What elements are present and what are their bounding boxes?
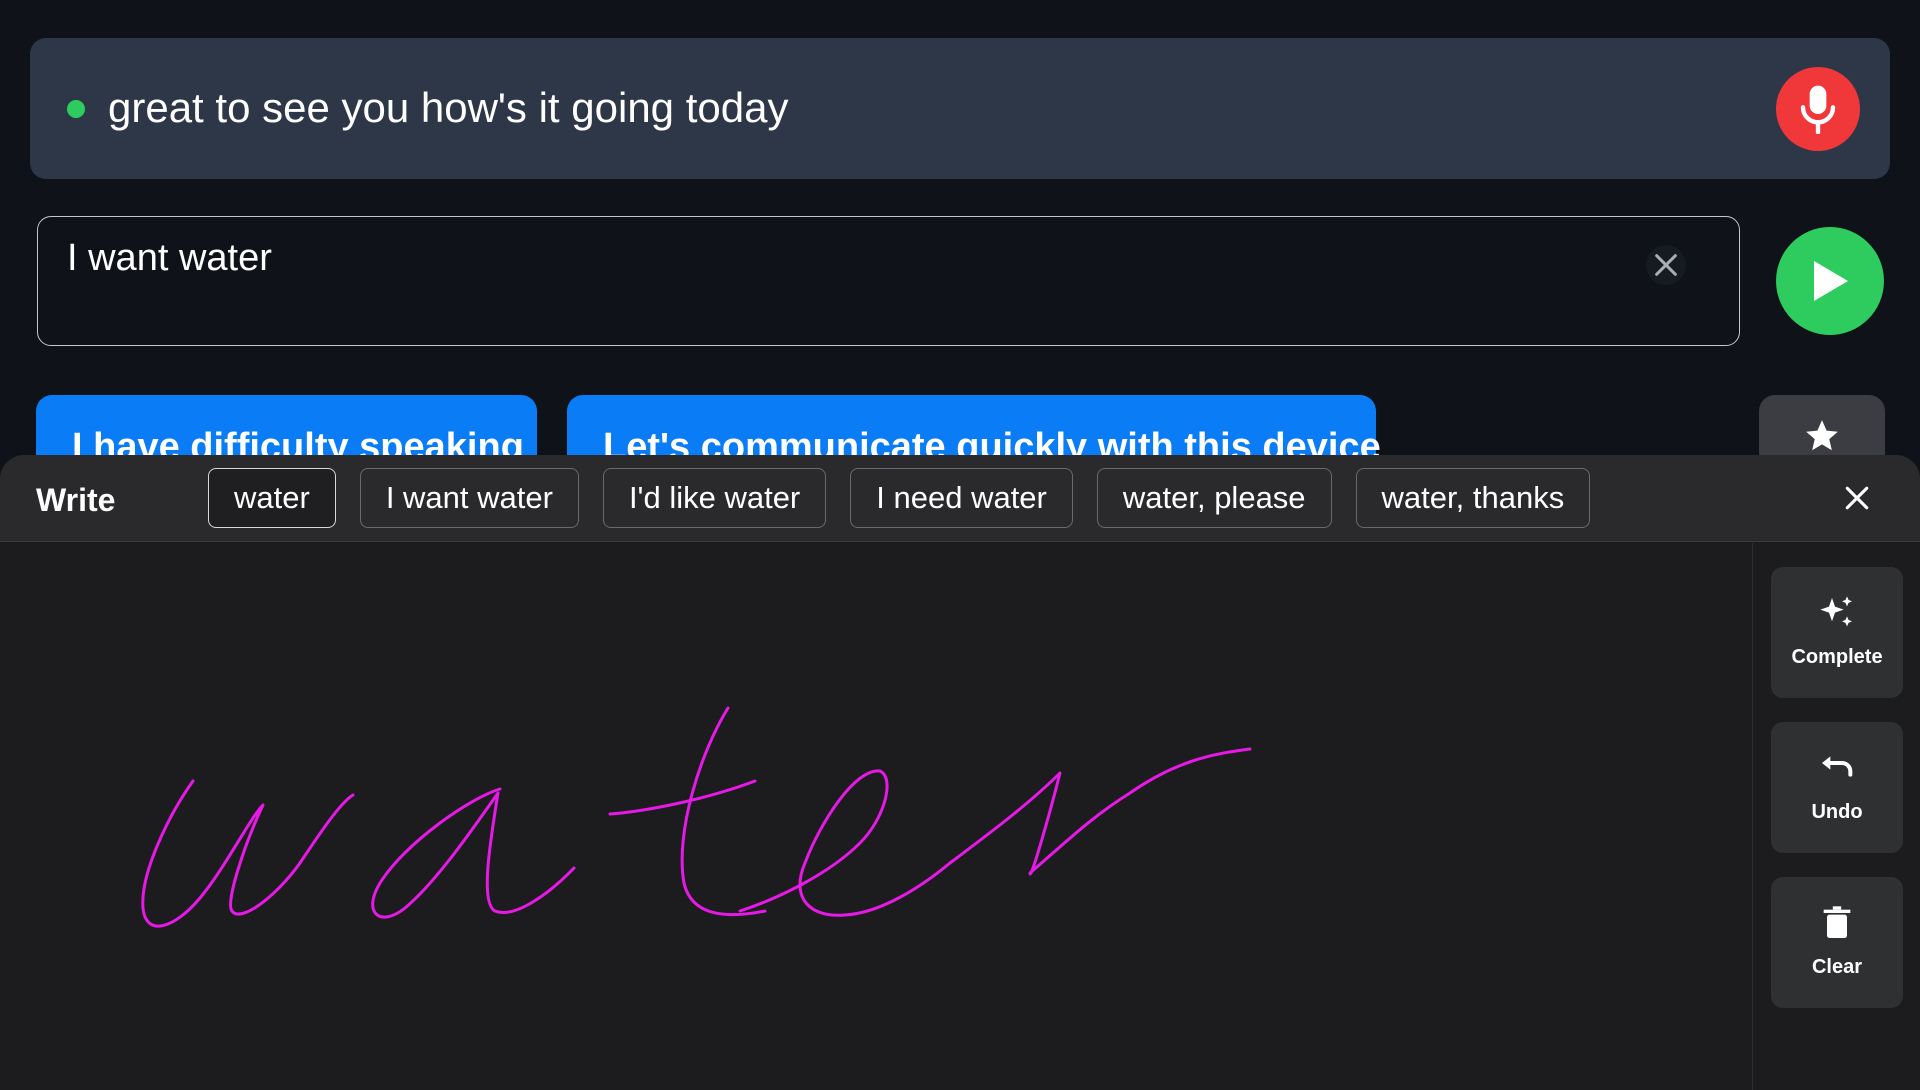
microphone-button[interactable] bbox=[1776, 67, 1860, 151]
close-panel-button[interactable] bbox=[1834, 475, 1880, 521]
ink-stroke bbox=[608, 779, 757, 816]
panel-title: Write bbox=[36, 482, 116, 518]
suggestion-list: water I want water I'd like water I need… bbox=[208, 468, 1591, 528]
suggestion-chip[interactable]: water, please bbox=[1096, 468, 1332, 528]
complete-button[interactable]: Complete bbox=[1771, 567, 1903, 698]
message-input-value: I want water bbox=[67, 237, 272, 279]
star-icon bbox=[1806, 420, 1838, 451]
handwriting-panel-header: Write water I want water I'd like water … bbox=[0, 455, 1920, 542]
handwriting-strokes bbox=[141, 706, 1252, 928]
close-icon bbox=[1655, 254, 1677, 276]
clear-button-label: Clear bbox=[1811, 956, 1863, 978]
suggestion-chip[interactable]: I want water bbox=[359, 468, 579, 528]
suggestion-chip[interactable]: I need water bbox=[850, 468, 1073, 528]
clear-message-button[interactable] bbox=[1646, 245, 1686, 285]
suggestion-chip[interactable]: water bbox=[208, 468, 336, 528]
message-input[interactable]: I want water bbox=[37, 216, 1740, 346]
close-icon bbox=[1845, 486, 1869, 510]
live-transcript-bar: great to see you how's it going today bbox=[30, 38, 1890, 179]
undo-button-label: Undo bbox=[1811, 801, 1863, 823]
ink-stroke bbox=[680, 706, 767, 917]
handwriting-tools: Complete Undo Clear bbox=[1752, 543, 1920, 1090]
clear-canvas-button[interactable]: Clear bbox=[1771, 877, 1903, 1008]
sparkles-icon bbox=[1820, 596, 1852, 627]
ink-stroke bbox=[141, 779, 355, 928]
trash-icon bbox=[1823, 906, 1851, 938]
undo-button[interactable]: Undo bbox=[1771, 722, 1903, 853]
complete-button-label: Complete bbox=[1791, 646, 1883, 668]
transcript-text: great to see you how's it going today bbox=[108, 84, 789, 131]
microphone-icon bbox=[1800, 85, 1836, 134]
ink-stroke bbox=[371, 787, 576, 919]
handwriting-canvas[interactable] bbox=[0, 543, 1752, 1090]
play-icon bbox=[1814, 261, 1848, 301]
handwriting-panel: Write water I want water I'd like water … bbox=[0, 455, 1920, 1090]
suggestion-chip[interactable]: water, thanks bbox=[1355, 468, 1591, 528]
suggestion-chip[interactable]: I'd like water bbox=[602, 468, 827, 528]
listening-indicator-dot bbox=[67, 100, 85, 118]
undo-icon bbox=[1822, 756, 1853, 777]
ink-stroke bbox=[948, 747, 1252, 876]
ink-stroke bbox=[738, 769, 952, 917]
speak-button[interactable] bbox=[1776, 227, 1884, 335]
